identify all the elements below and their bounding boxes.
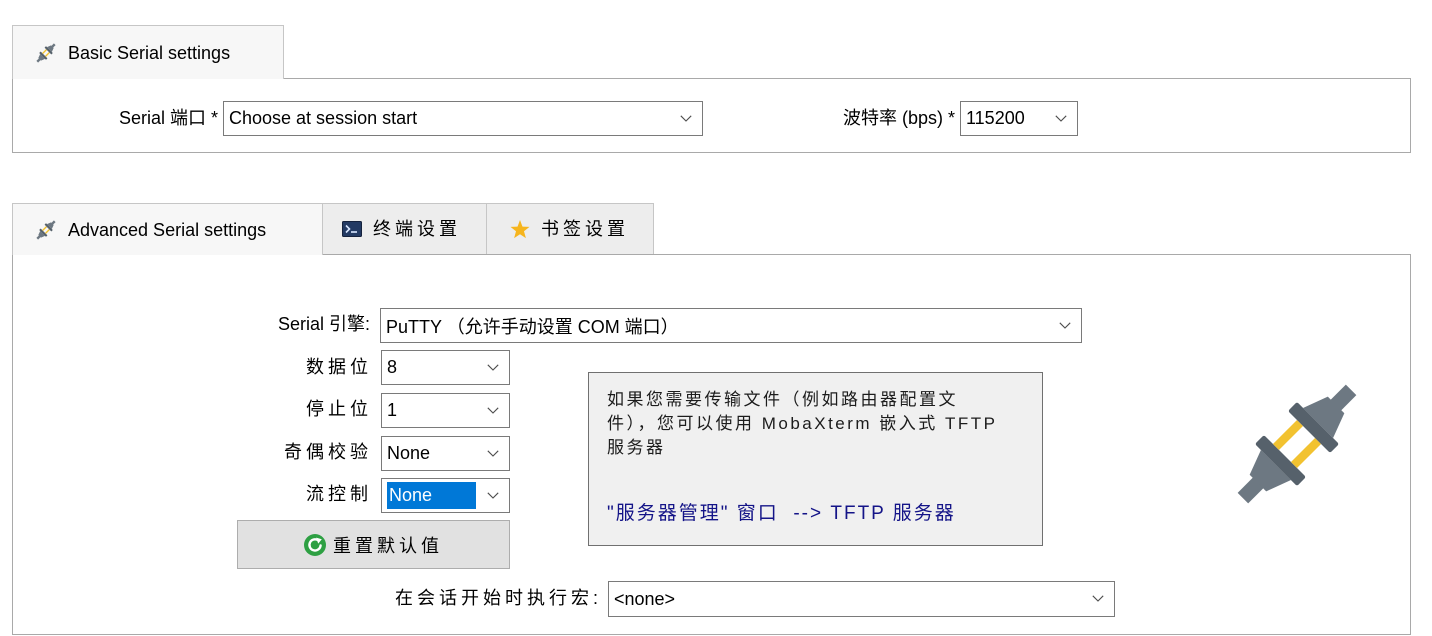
serial-engine-select[interactable]: PuTTY （允许手动设置 COM 端口）	[380, 308, 1082, 343]
tab-label: Advanced Serial settings	[68, 219, 267, 240]
chevron-down-icon	[680, 114, 692, 122]
baud-rate-label: 波特率 (bps) *	[842, 108, 955, 128]
tab-bookmark-settings[interactable]: 书签设置	[486, 203, 654, 254]
parity-select[interactable]: None	[381, 436, 510, 471]
macro-label: 在会话开始时执行宏:	[394, 588, 602, 608]
serial-engine-label: Serial 引擎:	[277, 314, 370, 334]
chevron-down-icon	[487, 449, 499, 457]
info-line: 服务器	[607, 438, 666, 457]
server-manager-link[interactable]: "服务器管理" 窗口 --> TFTP 服务器	[607, 502, 956, 526]
baud-rate-select[interactable]: 115200	[960, 101, 1078, 136]
tab-terminal-settings[interactable]: 终端设置	[322, 203, 487, 254]
stop-bits-select[interactable]: 1	[381, 393, 510, 428]
chevron-down-icon	[1055, 114, 1067, 122]
chevron-down-icon	[1059, 321, 1071, 329]
tab-label: Basic Serial settings	[68, 42, 231, 63]
tftp-info-text: 如果您需要传输文件（例如路由器配置文 件），您可以使用 MobaXterm 嵌入…	[607, 388, 998, 460]
chevron-down-icon	[1092, 595, 1104, 602]
chevron-down-icon	[487, 363, 499, 371]
tftp-info-box: 如果您需要传输文件（例如路由器配置文 件），您可以使用 MobaXterm 嵌入…	[588, 372, 1043, 546]
data-bits-label: 数据位	[306, 357, 372, 377]
flow-control-select[interactable]: None	[381, 478, 510, 513]
chevron-down-icon	[487, 406, 499, 414]
parity-label: 奇偶校验	[284, 442, 372, 462]
tab-advanced-serial-settings[interactable]: Advanced Serial settings	[12, 203, 323, 255]
terminal-icon	[342, 221, 362, 237]
macro-value: <none>	[614, 588, 676, 609]
flow-control-value: None	[387, 482, 476, 509]
refresh-icon	[304, 533, 326, 556]
basic-settings-panel	[12, 78, 1411, 153]
large-plug-icon	[1237, 384, 1357, 504]
macro-select[interactable]: <none>	[608, 581, 1115, 617]
plug-icon	[36, 219, 56, 240]
stop-bits-value: 1	[387, 400, 398, 420]
stop-bits-label: 停止位	[306, 399, 372, 419]
tab-basic-serial-settings[interactable]: Basic Serial settings	[12, 25, 284, 79]
flow-control-label: 流控制	[306, 484, 372, 504]
data-bits-select[interactable]: 8	[381, 350, 510, 385]
serial-port-value: Choose at session start	[229, 108, 418, 128]
info-line: 件），您可以使用 MobaXterm 嵌入式 TFTP	[607, 414, 998, 433]
info-line: 如果您需要传输文件（例如路由器配置文	[607, 390, 958, 409]
reset-defaults-label: 重置默认值	[333, 535, 443, 556]
serial-engine-value: PuTTY （允许手动设置 COM 端口）	[386, 316, 679, 337]
tab-label: 终端设置	[373, 219, 461, 239]
tab-label: 书签设置	[541, 219, 629, 239]
plug-icon	[36, 42, 56, 63]
chevron-down-icon	[487, 491, 499, 499]
star-icon	[510, 219, 530, 238]
reset-defaults-button[interactable]: 重置默认值	[237, 520, 510, 569]
baud-rate-value: 115200	[966, 108, 1025, 128]
serial-port-select[interactable]: Choose at session start	[223, 101, 703, 136]
parity-value: None	[387, 443, 431, 463]
serial-port-label: Serial 端口 *	[118, 108, 218, 128]
data-bits-value: 8	[387, 357, 398, 377]
